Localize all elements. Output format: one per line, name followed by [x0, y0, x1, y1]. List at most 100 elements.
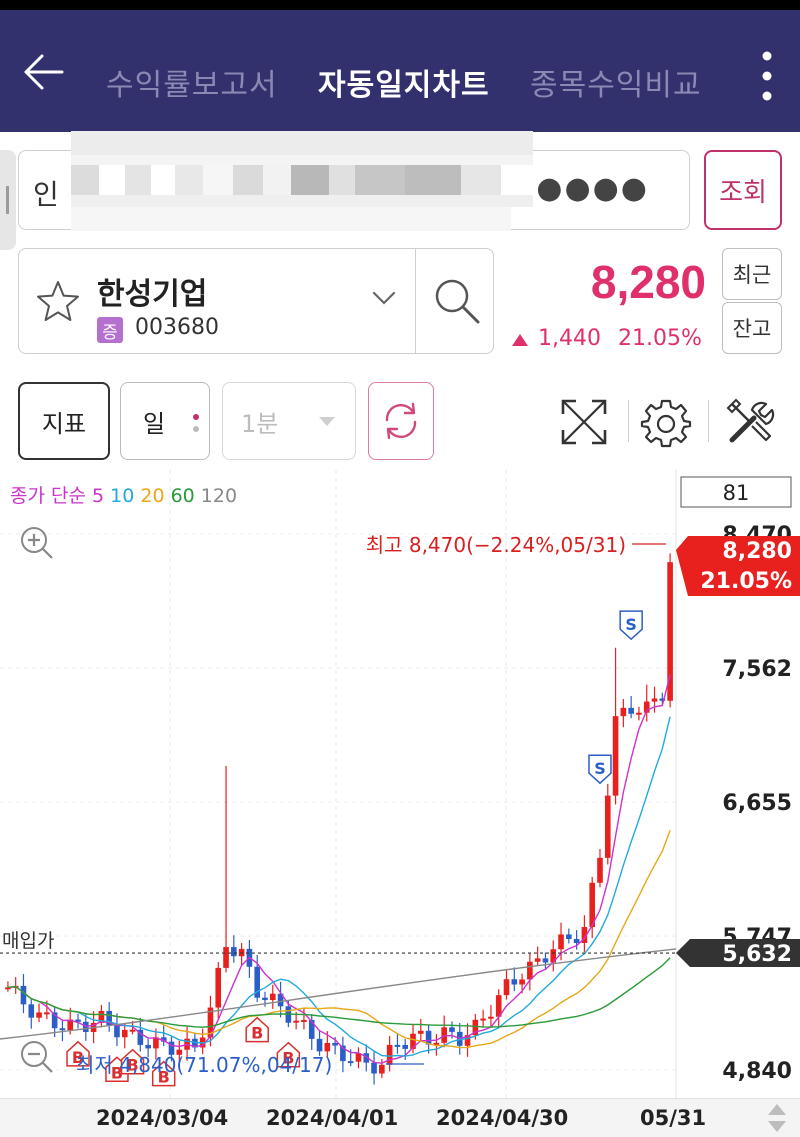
ma-legend-prefix: 종가 단순	[10, 485, 92, 507]
settings-gear-icon[interactable]	[640, 396, 692, 448]
candle-body	[394, 1044, 401, 1047]
x-tick-label: 2024/03/04	[96, 1106, 229, 1130]
candle-body	[324, 1042, 331, 1052]
ma-line	[7, 674, 671, 1064]
candle-body	[59, 1028, 66, 1031]
candle-body	[527, 961, 533, 980]
candle-body	[628, 707, 634, 714]
account-number-redacted	[71, 131, 533, 231]
query-button[interactable]: 조회	[704, 150, 782, 230]
candle-body	[558, 934, 564, 950]
candle-body	[519, 979, 525, 985]
divider	[415, 249, 416, 353]
ma-legend-item: 5	[92, 485, 110, 507]
stock-name: 한성기업	[97, 277, 208, 312]
current-price: 8,280	[590, 256, 706, 308]
ma-line	[7, 716, 671, 1057]
zoom-in-icon[interactable]	[21, 527, 53, 559]
candle-body	[604, 795, 611, 858]
account-password-mask: ●●●●	[536, 171, 649, 206]
refresh-button[interactable]	[368, 382, 434, 460]
side-drawer-handle[interactable]	[0, 150, 16, 250]
candle-body	[441, 1027, 447, 1043]
balance-button[interactable]: 잔고	[722, 302, 782, 354]
candle-body	[511, 979, 518, 985]
candle-body	[503, 979, 510, 996]
x-tick-label: 05/31	[640, 1106, 707, 1130]
info-box-value: 81	[723, 481, 750, 505]
sell-marker-label: S	[594, 759, 606, 778]
dropdown-arrow-icon	[319, 417, 335, 426]
market-badge: 증	[97, 317, 123, 343]
candle-body	[534, 958, 541, 962]
avg-price-label: 매입가	[2, 930, 54, 952]
stock-code: 003680	[135, 315, 219, 340]
candle-body	[231, 947, 237, 957]
chevron-down-icon[interactable]	[371, 289, 397, 307]
status-bar	[0, 0, 800, 10]
scroll-updown-icon[interactable]	[766, 1102, 788, 1134]
ma-legend-item: 20	[140, 485, 170, 507]
account-prefix: 인	[33, 178, 59, 211]
stock-chart[interactable]: 종가 단순 5 10 20 60 120 81 8,470 7,562 6,655 5,…	[0, 470, 800, 1100]
recent-button[interactable]: 최근	[722, 248, 782, 300]
candle-body	[114, 1025, 120, 1038]
zoom-out-icon[interactable]	[21, 1041, 53, 1073]
stock-selector[interactable]: 한성기업 증 003680	[18, 248, 494, 354]
candle-body	[28, 1004, 35, 1018]
fullscreen-icon[interactable]	[558, 396, 610, 448]
tab-auto-journal-chart[interactable]: 자동일지차트	[318, 60, 490, 104]
candlestick-chart-svg[interactable]: 종가 단순 5 10 20 60 120 818,4707,5626,6555,…	[0, 470, 800, 1100]
candle-body	[597, 857, 603, 883]
y-tick-label: 7,562	[722, 657, 792, 682]
favorite-star-icon[interactable]	[35, 279, 81, 325]
candle-body	[386, 1044, 393, 1065]
tab-return-report[interactable]: 수익률보고서	[106, 60, 278, 104]
candle-body	[293, 1020, 299, 1023]
candle-body	[20, 985, 27, 1005]
candle-body	[636, 712, 642, 715]
candle-body	[573, 938, 580, 944]
indicator-button[interactable]: 지표	[18, 382, 110, 460]
refresh-icon	[385, 402, 417, 440]
candle-body	[371, 1062, 377, 1074]
candle-body	[223, 947, 229, 968]
tools-icon[interactable]	[724, 396, 776, 448]
avg-price-value: 5,632	[722, 942, 792, 967]
tab-stock-return-compare[interactable]: 종목수익비교	[530, 60, 702, 104]
account-selector[interactable]: 인 ●●●●	[18, 131, 690, 231]
candle-body	[480, 1018, 486, 1021]
candle-body	[402, 1044, 409, 1049]
ma-legend: 종가 단순 5 10 20 60 120	[10, 485, 237, 507]
candle-body	[566, 934, 572, 939]
period-label: 일	[142, 409, 166, 438]
candle-body	[347, 1061, 354, 1064]
more-menu-icon[interactable]	[752, 46, 782, 106]
x-tick-label: 2024/04/01	[266, 1106, 399, 1130]
current-pct-tag-value: 21.05%	[700, 569, 792, 594]
candle-body	[488, 1016, 494, 1019]
period-button[interactable]: 일	[120, 382, 210, 460]
toolbar-divider	[708, 400, 709, 442]
interval-select[interactable]: 1분	[222, 382, 356, 460]
candle-body	[129, 1029, 136, 1032]
interval-label: 1분	[241, 409, 279, 438]
candle-body	[316, 1038, 323, 1052]
search-icon[interactable]	[431, 275, 483, 327]
ma-legend-item: 60	[171, 485, 201, 507]
candle-body	[215, 967, 222, 1008]
y-tick-label: 6,655	[722, 791, 792, 816]
candle-body	[620, 707, 627, 717]
back-arrow-icon[interactable]	[20, 48, 68, 96]
candle-body	[301, 1019, 307, 1022]
x-axis: 2024/03/04 2024/04/01 2024/04/30 05/31	[0, 1098, 800, 1137]
price-change-pct: 21.05%	[618, 326, 702, 351]
candle-body	[121, 1029, 128, 1038]
candle-body	[332, 1042, 338, 1046]
candle-body	[269, 993, 276, 1001]
up-triangle-icon	[512, 334, 528, 346]
candle-body	[612, 716, 619, 796]
candle-body	[36, 1012, 42, 1018]
candle-body	[417, 1030, 424, 1034]
app-header: 수익률보고서 자동일지차트 종목수익비교	[0, 10, 800, 132]
